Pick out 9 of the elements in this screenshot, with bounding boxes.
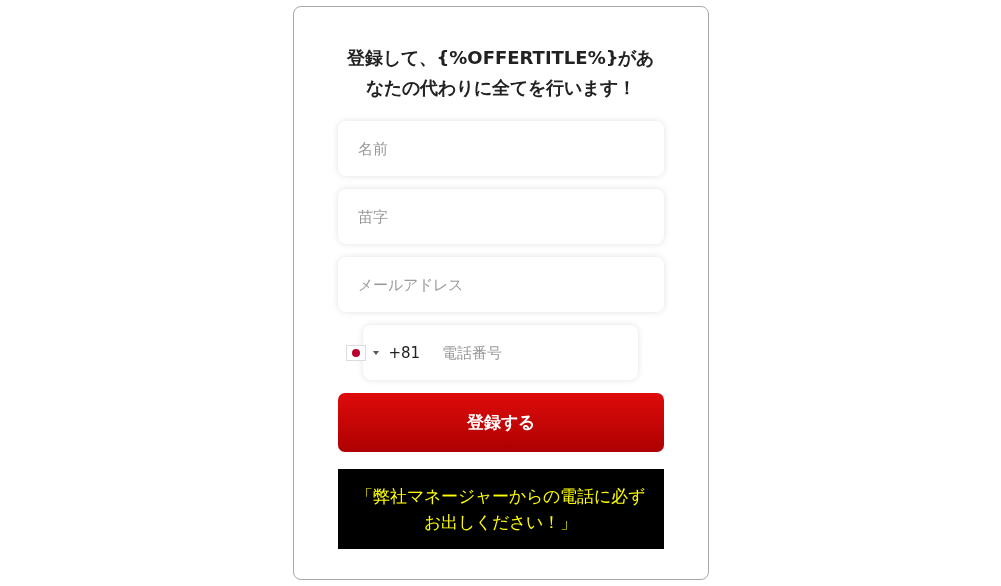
text-field[interactable]: 名前 [337, 121, 664, 176]
text-field[interactable]: メールアドレス [337, 257, 664, 312]
dial-code: +81 [388, 343, 421, 362]
notice-banner: 「弊社マネージャーからの電話に必ずお出しください！」 [337, 469, 664, 549]
caret-icon[interactable] [372, 351, 379, 355]
flag-icon[interactable] [345, 345, 366, 361]
form-title: 登録して、{%OFFERTITLE%}があなたの代わりに全てを行います！ [345, 46, 656, 100]
text-field[interactable]: 苗字 [337, 189, 664, 244]
register-button[interactable]: 登録する [337, 393, 664, 452]
